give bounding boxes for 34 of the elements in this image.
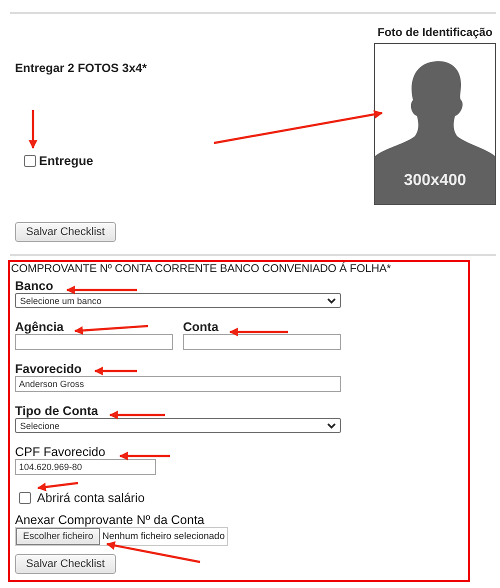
annotation-arrow [119, 452, 170, 460]
checkbox[interactable] [24, 155, 36, 167]
save-button[interactable]: Salvar Checklist [15, 222, 116, 242]
instruction-text: Entregar 2 FOTOS 3x4* [15, 61, 147, 75]
field-label: Anexar Comprovante Nº da Conta [15, 513, 204, 527]
checkbox-label: Entregue [39, 154, 94, 168]
annotation-arrow [66, 286, 137, 294]
field-label: CPF Favorecido [15, 445, 106, 459]
chevron-down-icon [327, 298, 336, 304]
field-label: Banco [15, 279, 54, 293]
annotation-arrow [109, 410, 165, 420]
annotation-arrow [37, 482, 78, 492]
annotation-arrow [94, 366, 137, 376]
photo-title: Foto de Identificação [377, 27, 492, 39]
input-field[interactable]: 104.620.969-80 [15, 459, 156, 475]
field-label: Agência [15, 320, 64, 334]
annotation-arrow [28, 110, 38, 149]
select-field[interactable]: Selecione [15, 418, 341, 433]
input-field[interactable]: Anderson Gross [15, 376, 341, 392]
field-label: Favorecido [15, 362, 82, 376]
field-label: Tipo de Conta [15, 404, 98, 418]
checkbox[interactable] [19, 492, 31, 504]
section-title: COMPROVANTE Nº CONTA CORRENTE BANCO CONVENIADO Á FOLHA* [11, 263, 392, 275]
file-status-text: Nenhum ficheiro selecionado [101, 531, 226, 542]
select-field[interactable]: Selecione um banco [15, 293, 341, 308]
input-field[interactable] [15, 334, 173, 350]
save-button[interactable]: Salvar Checklist [15, 554, 116, 574]
field-label: Conta [183, 320, 218, 334]
photo-size-text: 300x400 [402, 172, 468, 190]
checkbox-label: Abrirá conta salário [37, 491, 145, 505]
choose-file-button[interactable]: Escolher ficheiro [16, 528, 100, 545]
chevron-down-icon [327, 422, 336, 428]
input-field[interactable] [183, 334, 341, 350]
annotation-arrow [229, 328, 288, 336]
